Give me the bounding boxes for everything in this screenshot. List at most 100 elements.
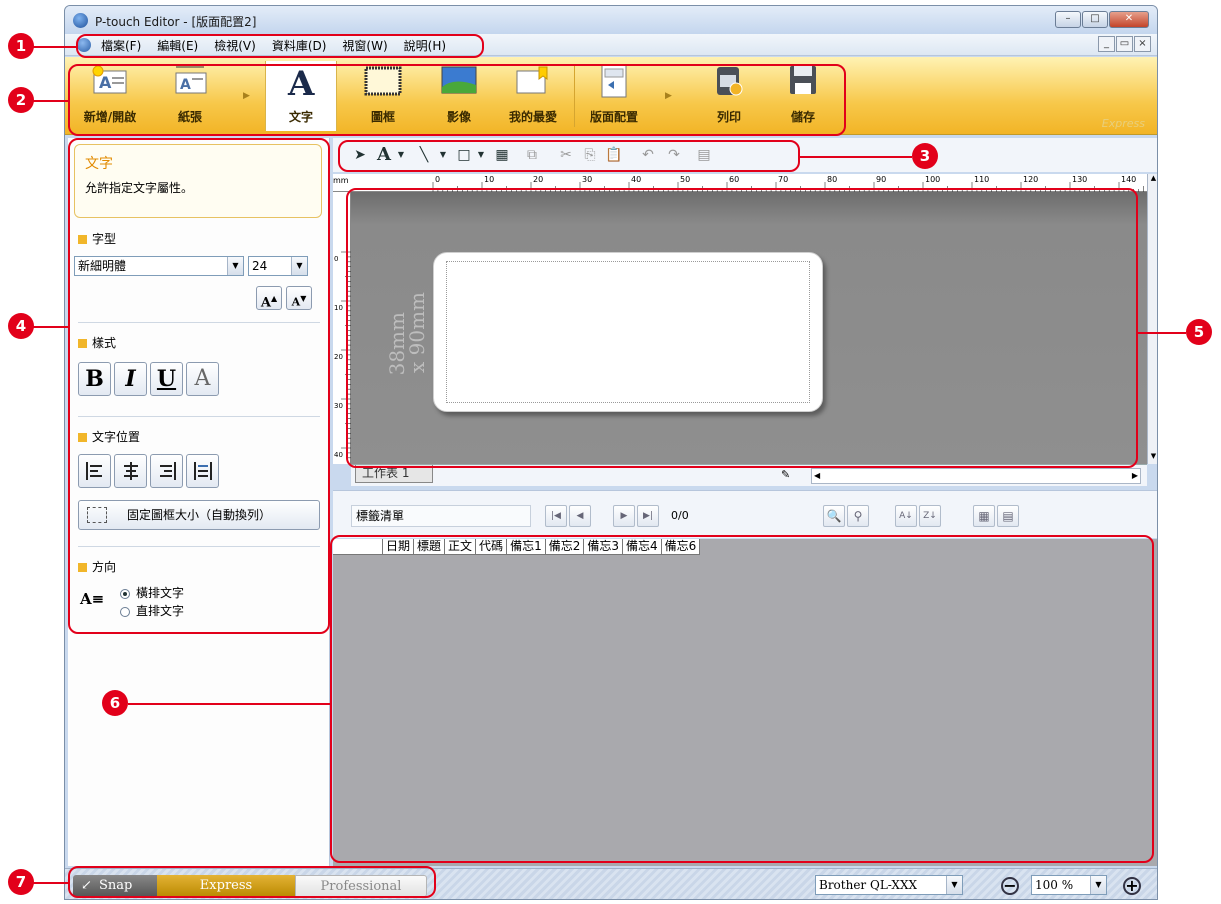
cut-icon[interactable]: ✂: [555, 144, 577, 166]
column-header[interactable]: 備忘4: [623, 539, 662, 555]
express-mode-tab[interactable]: Express: [157, 875, 295, 897]
professional-mode-tab[interactable]: Professional: [295, 875, 427, 897]
chevron-down-icon[interactable]: ▼: [437, 144, 449, 166]
section-divider: [78, 546, 320, 547]
print-button[interactable]: 列印: [693, 61, 765, 131]
menu-database[interactable]: 資料庫(D): [272, 37, 327, 54]
column-header[interactable]: 備忘1: [507, 539, 546, 555]
underline-button[interactable]: U: [150, 362, 183, 396]
ribbon-separator: [574, 65, 575, 127]
bold-button[interactable]: B: [78, 362, 111, 396]
document-restore-button[interactable]: ▭: [1116, 36, 1133, 52]
align-left-button[interactable]: [78, 454, 111, 488]
form-view-icon[interactable]: ▤: [997, 505, 1019, 527]
callout-number-5: 5: [1186, 319, 1212, 345]
next-record-icon[interactable]: ▶: [613, 505, 635, 527]
favorites-button[interactable]: 我的最愛: [497, 61, 569, 131]
column-header[interactable]: 標題: [414, 539, 446, 555]
last-record-icon[interactable]: ▶|: [637, 505, 659, 527]
font-family-select[interactable]: 新細明體 ▼: [74, 256, 244, 276]
first-record-icon[interactable]: |◀: [545, 505, 567, 527]
scroll-left-icon[interactable]: ◀: [814, 469, 820, 483]
menu-bar: 檔案(F) 編輯(E) 檢視(V) 資料庫(D) 視窗(W) 說明(H) _ ▭…: [65, 34, 1157, 56]
table-tool-icon[interactable]: ▦: [491, 144, 513, 166]
menu-file[interactable]: 檔案(F): [101, 37, 141, 54]
horizontal-scrollbar[interactable]: ◀ ▶: [811, 468, 1141, 484]
line-tool-icon[interactable]: ╲: [411, 144, 437, 166]
paste-icon[interactable]: 📋: [603, 144, 625, 166]
text-position-section-heading: 文字位置: [78, 428, 140, 445]
zoom-out-icon[interactable]: −: [1001, 877, 1019, 895]
menu-window[interactable]: 視窗(W): [342, 37, 387, 54]
layout-label: 版面配置: [589, 110, 638, 124]
search-icon[interactable]: 🔍: [823, 505, 845, 527]
document-menu-icon[interactable]: [77, 38, 91, 52]
column-header[interactable]: 備忘3: [584, 539, 623, 555]
callout-leader: [128, 703, 330, 705]
ruler-tick-label: 100: [925, 175, 940, 184]
label-canvas[interactable]: 38mm x 90mm: [351, 192, 1147, 464]
previous-record-icon[interactable]: ◀: [569, 505, 591, 527]
arrange-icon[interactable]: ⧉: [521, 144, 543, 166]
document-minimize-button[interactable]: _: [1098, 36, 1115, 52]
insert-text-icon[interactable]: A: [373, 144, 395, 166]
copy-icon[interactable]: ⎘: [579, 144, 601, 166]
label-preview[interactable]: [433, 252, 823, 412]
paper-button[interactable]: A 紙張: [153, 61, 227, 131]
text-button[interactable]: A 文字: [265, 61, 337, 131]
vertical-scrollbar[interactable]: ▲ ▼: [1147, 174, 1157, 464]
decrease-font-size-button[interactable]: A▼: [286, 286, 312, 310]
zoom-select[interactable]: 100 % ▼: [1031, 875, 1107, 895]
column-header[interactable]: 備忘6: [662, 539, 701, 555]
frame-button[interactable]: 圖框: [347, 61, 419, 131]
document-close-button[interactable]: ×: [1134, 36, 1151, 52]
image-button[interactable]: 影像: [423, 61, 495, 131]
minimize-window-button[interactable]: –: [1055, 11, 1081, 28]
sort-ascending-icon[interactable]: A↓: [895, 505, 917, 527]
menu-help[interactable]: 說明(H): [404, 37, 446, 54]
font-size-select[interactable]: 24 ▼: [248, 256, 308, 276]
sort-descending-icon[interactable]: Z↓: [919, 505, 941, 527]
scroll-up-icon[interactable]: ▲: [1148, 174, 1157, 186]
filter-icon[interactable]: ⚲: [847, 505, 869, 527]
close-window-button[interactable]: ✕: [1109, 11, 1149, 28]
column-header[interactable]: 代碼: [476, 539, 508, 555]
increase-font-size-button[interactable]: A▲: [256, 286, 282, 310]
grid-view-icon[interactable]: ▦: [973, 505, 995, 527]
menu-edit[interactable]: 編輯(E): [157, 37, 198, 54]
column-header[interactable]: 日期: [383, 539, 415, 555]
italic-button[interactable]: I: [114, 362, 147, 396]
undo-icon[interactable]: ↶: [637, 144, 659, 166]
justify-button[interactable]: [186, 454, 219, 488]
align-right-button[interactable]: [150, 454, 183, 488]
sheet-tab-1[interactable]: 工作表 1: [355, 465, 433, 483]
rectangle-tool-icon[interactable]: □: [453, 144, 475, 166]
select-arrow-icon[interactable]: ➤: [349, 144, 371, 166]
chevron-down-icon[interactable]: ▼: [475, 144, 487, 166]
font-section-heading: 字型: [78, 230, 116, 247]
properties-icon[interactable]: ▤: [693, 144, 715, 166]
new-open-button[interactable]: A 新增/開啟: [73, 61, 147, 131]
zoom-in-icon[interactable]: +: [1123, 877, 1141, 895]
align-center-button[interactable]: [114, 454, 147, 488]
column-header[interactable]: 正文: [445, 539, 477, 555]
menu-view[interactable]: 檢視(V): [214, 37, 256, 54]
horizontal-text-radio[interactable]: 橫排文字: [120, 584, 184, 601]
snap-mode-tab[interactable]: ↙ Snap: [73, 875, 157, 897]
add-sheet-icon[interactable]: ✎: [781, 468, 790, 481]
vertical-text-radio[interactable]: 直排文字: [120, 602, 184, 619]
printer-select[interactable]: Brother QL-XXX ▼: [815, 875, 963, 895]
database-grid[interactable]: 日期 標題 正文 代碼 備忘1 備忘2 備忘3 備忘4 備忘6: [333, 539, 1157, 866]
chevron-down-icon[interactable]: ▼: [395, 144, 407, 166]
ribbon-expand-arrow-icon[interactable]: ▶: [243, 91, 250, 101]
maximize-window-button[interactable]: □: [1082, 11, 1108, 28]
column-header[interactable]: 備忘2: [546, 539, 585, 555]
redo-icon[interactable]: ↷: [663, 144, 685, 166]
text-effect-button[interactable]: A: [186, 362, 219, 396]
scroll-down-icon[interactable]: ▼: [1148, 452, 1157, 464]
ribbon-expand-arrow-icon[interactable]: ▶: [665, 91, 672, 101]
save-button[interactable]: 儲存: [767, 61, 839, 131]
scroll-right-icon[interactable]: ▶: [1132, 469, 1138, 483]
fixed-frame-size-button[interactable]: 固定圖框大小（自動換列）: [78, 500, 320, 530]
layout-button[interactable]: 版面配置: [577, 61, 651, 131]
